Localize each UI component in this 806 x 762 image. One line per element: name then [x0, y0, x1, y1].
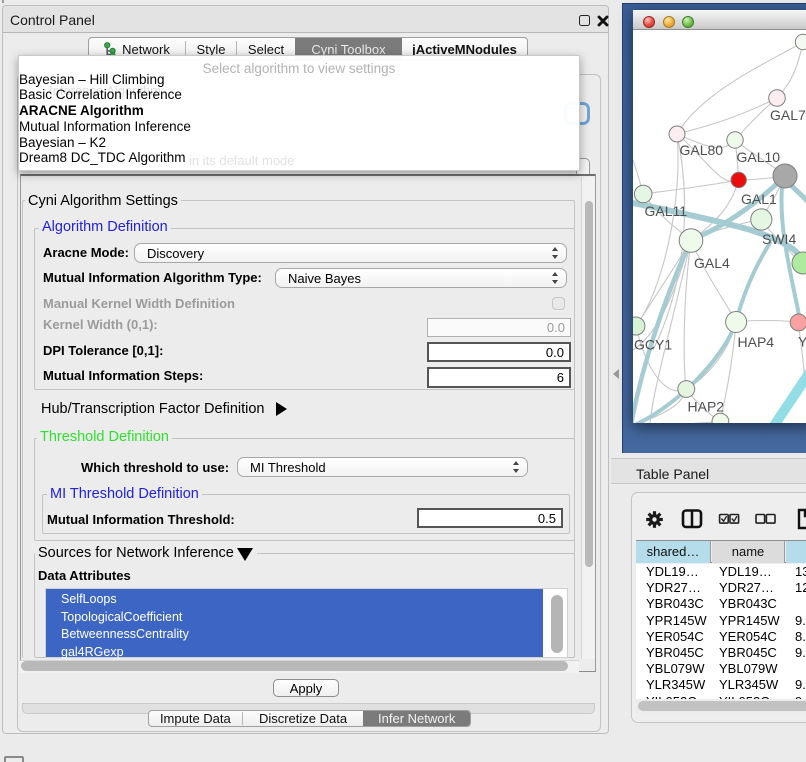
svg-text:GCY1: GCY1 [634, 337, 672, 353]
svg-text:GAL4: GAL4 [694, 255, 730, 271]
svg-text:SWI4: SWI4 [762, 231, 796, 247]
svg-text:GAL7: GAL7 [770, 107, 806, 123]
svg-text:GAL10: GAL10 [737, 149, 781, 165]
svg-text:Y: Y [798, 334, 806, 350]
svg-text:GAL11: GAL11 [645, 203, 688, 219]
svg-text:HAP2: HAP2 [688, 399, 725, 415]
svg-text:GAL80: GAL80 [680, 142, 724, 158]
svg-text:GAL1: GAL1 [741, 191, 777, 207]
svg-text:HAP4: HAP4 [738, 334, 775, 350]
